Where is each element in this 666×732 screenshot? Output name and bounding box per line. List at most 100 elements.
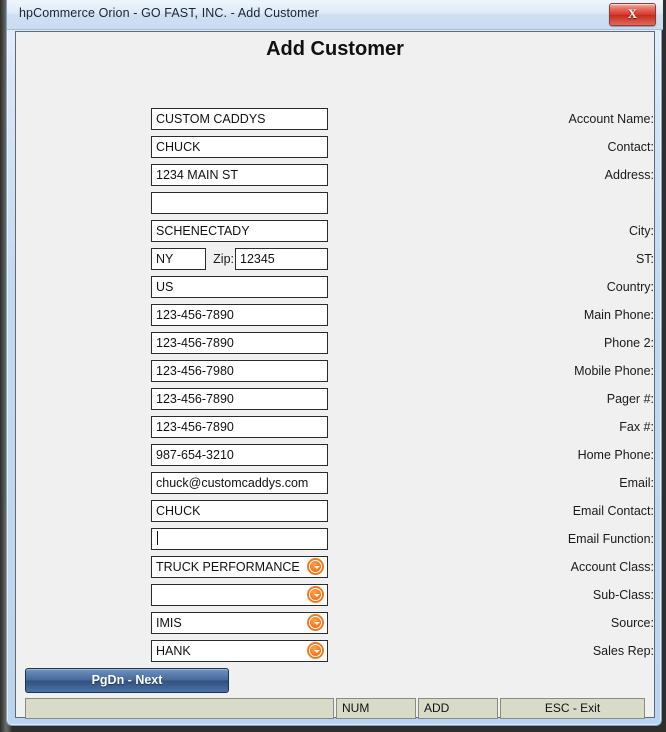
- label-account-class: Account Class:: [570, 560, 654, 574]
- mobile-phone-input[interactable]: 123-456-7980: [151, 360, 328, 382]
- status-message: [25, 698, 334, 719]
- form-row-pager: Pager #: 123-456-7890: [16, 388, 654, 412]
- label-source: Source:: [610, 616, 654, 630]
- label-home-phone: Home Phone:: [577, 448, 654, 462]
- status-bar: NUM ADD ESC - Exit: [25, 698, 645, 719]
- label-fax: Fax #:: [619, 420, 654, 434]
- fax-value: 123-456-7890: [156, 420, 234, 434]
- home-phone-value: 987-654-3210: [156, 448, 234, 462]
- zip-value: 12345: [240, 252, 275, 266]
- label-country: Country:: [606, 280, 654, 294]
- status-num-indicator: NUM: [336, 698, 416, 719]
- label-main-phone: Main Phone:: [583, 308, 654, 322]
- zip-input[interactable]: 12345: [235, 248, 328, 270]
- form-row-email-contact: Email Contact: CHUCK: [16, 500, 654, 524]
- label-address-line-1: Address:: [604, 168, 654, 182]
- form-row-account-name: Account Name: CUSTOM CADDYS: [16, 108, 654, 132]
- email-contact-value: CHUCK: [156, 504, 201, 518]
- email-input[interactable]: chuck@customcaddys.com: [151, 472, 328, 494]
- account-class-input[interactable]: TRUCK PERFORMANCE: [151, 556, 328, 578]
- fax-input[interactable]: 123-456-7890: [151, 416, 328, 438]
- label-mobile-phone: Mobile Phone:: [574, 364, 654, 378]
- form-row-source: Source: IMIS: [16, 612, 654, 636]
- contact-input[interactable]: CHUCK: [151, 136, 328, 158]
- account-class-dropdown-icon[interactable]: [307, 558, 324, 575]
- page-title: Add Customer: [266, 38, 404, 60]
- main-phone-input[interactable]: 123-456-7890: [151, 304, 328, 326]
- close-icon: X: [627, 6, 638, 21]
- status-esc-exit[interactable]: ESC - Exit: [500, 698, 645, 719]
- city-value: SCHENECTADY: [156, 224, 250, 238]
- label-zip: Zip:: [213, 252, 234, 266]
- label-sub-class: Sub-Class:: [592, 588, 654, 602]
- text-cursor: [157, 531, 158, 545]
- sales-rep-dropdown-icon[interactable]: [307, 642, 324, 659]
- label-sales-rep: Sales Rep:: [592, 644, 654, 658]
- pgdn-next-label: PgDn - Next: [91, 673, 163, 687]
- pager-value: 123-456-7890: [156, 392, 234, 406]
- form-row-mobile-phone: Mobile Phone: 123-456-7980: [16, 360, 654, 384]
- desktop-background: hpCommerce Orion - GO FAST, INC. - Add C…: [0, 0, 666, 732]
- sales-rep-value: HANK: [156, 644, 191, 658]
- email-function-input[interactable]: [151, 528, 328, 550]
- form-row-email: Email: chuck@customcaddys.com: [16, 472, 654, 496]
- email-contact-input[interactable]: CHUCK: [151, 500, 328, 522]
- form-row-address-line-2: [16, 192, 654, 216]
- application-window: hpCommerce Orion - GO FAST, INC. - Add C…: [6, 0, 663, 726]
- source-value: IMIS: [156, 616, 182, 630]
- label-phone-2: Phone 2:: [603, 336, 654, 350]
- form-row-main-phone: Main Phone: 123-456-7890: [16, 304, 654, 328]
- form-row-address-line-1: Address: 1234 MAIN ST: [16, 164, 654, 188]
- form-row-zip: Zip: 12345: [16, 248, 654, 272]
- sub-class-dropdown-icon[interactable]: [307, 586, 324, 603]
- account-class-value: TRUCK PERFORMANCE: [156, 560, 300, 574]
- pager-input[interactable]: 123-456-7890: [151, 388, 328, 410]
- chevron-down-glyph: [313, 594, 320, 597]
- chevron-down-icon: [310, 561, 321, 572]
- form-row-sales-rep: Sales Rep: HANK: [16, 640, 654, 664]
- label-city: City:: [629, 224, 654, 238]
- country-value: US: [156, 280, 174, 294]
- form-row-phone-2: Phone 2: 123-456-7890: [16, 332, 654, 356]
- label-email-contact: Email Contact:: [572, 504, 654, 518]
- address-line-2-input[interactable]: [151, 192, 328, 214]
- form-row-email-function: Email Function:: [16, 528, 654, 552]
- email-value: chuck@customcaddys.com: [156, 476, 309, 490]
- status-mode-indicator: ADD: [418, 698, 498, 719]
- phone-2-value: 123-456-7890: [156, 336, 234, 350]
- home-phone-input[interactable]: 987-654-3210: [151, 444, 328, 466]
- title-bar[interactable]: hpCommerce Orion - GO FAST, INC. - Add C…: [7, 0, 663, 30]
- label-account-name: Account Name:: [568, 112, 654, 126]
- account-name-value: CUSTOM CADDYS: [156, 112, 266, 126]
- source-dropdown-icon[interactable]: [307, 614, 324, 631]
- country-input[interactable]: US: [151, 276, 328, 298]
- sales-rep-input[interactable]: HANK: [151, 640, 328, 662]
- mobile-phone-value: 123-456-7980: [156, 364, 234, 378]
- form-row-account-class: Account Class: TRUCK PERFORMANCE: [16, 556, 654, 580]
- label-contact: Contact:: [607, 140, 654, 154]
- contact-value: CHUCK: [156, 140, 201, 154]
- chevron-down-icon: [310, 645, 321, 656]
- sub-class-input[interactable]: [151, 584, 328, 606]
- close-button[interactable]: X: [609, 3, 656, 26]
- address-line-1-input[interactable]: 1234 MAIN ST: [151, 164, 328, 186]
- chevron-down-glyph: [313, 650, 320, 653]
- form-row-country: Country: US: [16, 276, 654, 300]
- label-email: Email:: [619, 476, 654, 490]
- label-email-function: Email Function:: [567, 532, 654, 546]
- phone-2-input[interactable]: 123-456-7890: [151, 332, 328, 354]
- address-line-1-value: 1234 MAIN ST: [156, 168, 238, 182]
- label-pager: Pager #:: [606, 392, 654, 406]
- form-row-home-phone: Home Phone: 987-654-3210: [16, 444, 654, 468]
- form-row-city: City: SCHENECTADY: [16, 220, 654, 244]
- account-name-input[interactable]: CUSTOM CADDYS: [151, 108, 328, 130]
- main-phone-value: 123-456-7890: [156, 308, 234, 322]
- chevron-down-glyph: [313, 622, 320, 625]
- form-row-contact: Contact: CHUCK: [16, 136, 654, 160]
- source-input[interactable]: IMIS: [151, 612, 328, 634]
- city-input[interactable]: SCHENECTADY: [151, 220, 328, 242]
- chevron-down-icon: [310, 617, 321, 628]
- chevron-down-icon: [310, 589, 321, 600]
- pgdn-next-button[interactable]: PgDn - Next: [25, 668, 229, 693]
- form-client-area: Add Customer Account Name: CUSTOM CADDYS C…: [15, 31, 655, 719]
